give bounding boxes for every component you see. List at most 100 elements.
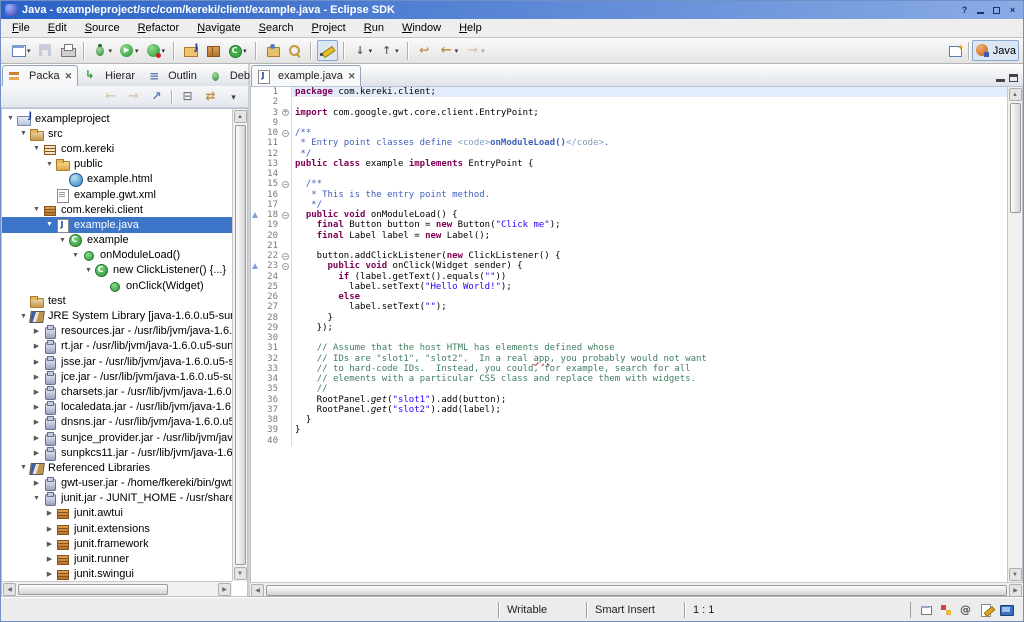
code-line-32[interactable]: 32 // IDs are "slot1", "slot2". In a rea… (251, 354, 1007, 364)
dropdown-arrow-icon[interactable]: ▾ (369, 47, 373, 55)
code-line-34[interactable]: 34 // elements with a particular CSS cla… (251, 374, 1007, 384)
expanded-arrow-icon[interactable]: ▼ (57, 237, 68, 244)
menu-search[interactable]: Search (250, 21, 303, 35)
maximize-view-icon[interactable] (1009, 74, 1018, 82)
editor-horizontal-scrollbar[interactable]: ◀ ▶ (250, 582, 1023, 597)
collapsed-arrow-icon[interactable]: ▶ (44, 570, 55, 578)
collapse-fold-icon[interactable]: − (282, 130, 289, 137)
dropdown-arrow-icon[interactable]: ▾ (395, 47, 399, 55)
code-line-30[interactable]: 30 (251, 333, 1007, 343)
code-text[interactable] (292, 97, 1007, 107)
collapse-fold-icon[interactable]: − (282, 212, 289, 219)
tree-item-junit.extensions[interactable]: ▶junit.extensions (2, 521, 232, 536)
code-text[interactable]: * Entry point classes define <code>onMod… (292, 138, 1007, 148)
collapsed-arrow-icon[interactable]: ▶ (44, 525, 55, 533)
code-text[interactable]: import com.google.gwt.core.client.EntryP… (292, 108, 1007, 118)
code-text[interactable]: */ (292, 149, 1007, 159)
code-text[interactable]: public class example implements EntryPoi… (292, 159, 1007, 169)
tree-item-src[interactable]: ▼src (2, 126, 232, 141)
collapsed-arrow-icon[interactable]: ▶ (44, 540, 55, 548)
code-line-35[interactable]: 35 // (251, 384, 1007, 394)
colored-grid-icon[interactable] (939, 603, 953, 617)
code-line-24[interactable]: 24 if (label.getText().equals("")) (251, 272, 1007, 282)
expanded-arrow-icon[interactable]: ▼ (31, 145, 42, 152)
code-text[interactable]: }); (292, 323, 1007, 333)
scroll-right-icon[interactable]: ▶ (1009, 584, 1022, 597)
forward-button[interactable]: ▾ (462, 40, 488, 61)
link-editor-button[interactable] (200, 86, 221, 107)
view-menu-button[interactable] (223, 86, 244, 107)
expanded-arrow-icon[interactable]: ▼ (18, 464, 29, 471)
expanded-arrow-icon[interactable]: ▼ (18, 130, 29, 137)
code-line-40[interactable]: 40 (251, 436, 1007, 446)
tree-item-charsets.jar[interactable]: ▶charsets.jar - /usr/lib/jvm/java-1.6.0.… (2, 384, 232, 399)
scroll-right-icon[interactable]: ▶ (218, 583, 231, 596)
tree-item-sunjceprovider.jar[interactable]: ▶sunjce_provider.jar - /usr/lib/jvm/java… (2, 430, 232, 445)
menu-edit[interactable]: Edit (39, 21, 76, 35)
titlebar[interactable]: Java - exampleproject/src/com/kereki/cli… (1, 1, 1023, 19)
code-text[interactable]: } (292, 425, 1007, 435)
explorer-horizontal-scrollbar[interactable]: ◀ ▶ (2, 581, 232, 596)
dropdown-arrow-icon[interactable]: ▾ (243, 47, 247, 55)
code-line-26[interactable]: 26 else (251, 292, 1007, 302)
last-edit-button[interactable] (414, 40, 435, 61)
back-button[interactable]: ▾ (436, 40, 462, 61)
dropdown-arrow-icon[interactable]: ▾ (27, 47, 31, 55)
code-line-23[interactable]: 23− public void onClick(Widget sender) { (251, 261, 1007, 271)
code-line-37[interactable]: 37 RootPanel.get("slot2").add(label); (251, 405, 1007, 415)
tree-item-junit.swingui[interactable]: ▶junit.swingui (2, 567, 232, 581)
code-line-10[interactable]: 10−/** (251, 128, 1007, 138)
collapsed-arrow-icon[interactable]: ▶ (31, 342, 42, 350)
tree-item-junit.awtui[interactable]: ▶junit.awtui (2, 506, 232, 521)
code-text[interactable]: else (292, 292, 1007, 302)
expanded-arrow-icon[interactable]: ▼ (70, 252, 81, 259)
search-button[interactable] (284, 40, 305, 61)
collapsed-arrow-icon[interactable]: ▶ (31, 479, 42, 487)
expanded-arrow-icon[interactable]: ▼ (31, 495, 42, 502)
collapsed-arrow-icon[interactable]: ▶ (31, 449, 42, 457)
code-line-9[interactable]: 9 (251, 118, 1007, 128)
code-text[interactable]: /** (292, 128, 1007, 138)
prev-annotation-button[interactable]: ▾ (376, 40, 402, 61)
tree-item-com.kereki.client[interactable]: ▼com.kereki.client (2, 202, 232, 217)
tree-item-JRE[interactable]: ▼JRE System Library [java-1.6.0.u5-sun-1… (2, 308, 232, 323)
close-button[interactable]: × (1006, 4, 1019, 17)
expanded-arrow-icon[interactable]: ▼ (5, 115, 16, 122)
tree-item-example.gwt.xml[interactable]: example.gwt.xml (2, 187, 232, 202)
code-line-1[interactable]: 1package com.kereki.client; (251, 87, 1007, 97)
collapsed-arrow-icon[interactable]: ▶ (31, 327, 42, 335)
code-text[interactable]: // Assume that the host HTML has element… (292, 343, 1007, 353)
scroll-thumb[interactable] (1010, 103, 1021, 213)
tree-item-onClickWidget[interactable]: onClick(Widget) (2, 278, 232, 293)
new-java-project-button[interactable] (180, 40, 201, 61)
minimize-button[interactable] (974, 4, 987, 17)
package-explorer-tree[interactable]: ▼exampleproject▼src▼com.kereki▼publicexa… (2, 109, 232, 581)
tree-item-rt.jar[interactable]: ▶rt.jar - /usr/lib/jvm/java-1.6.0.u5-sun… (2, 339, 232, 354)
expanded-arrow-icon[interactable]: ▼ (83, 267, 94, 274)
close-view-icon[interactable]: ✕ (65, 71, 73, 82)
code-line-12[interactable]: 12 */ (251, 149, 1007, 159)
collapsed-arrow-icon[interactable]: ▶ (44, 555, 55, 563)
code-text[interactable]: /** (292, 179, 1007, 189)
tree-item-junit.runner[interactable]: ▶junit.runner (2, 551, 232, 566)
code-line-31[interactable]: 31 // Assume that the host HTML has elem… (251, 343, 1007, 353)
expanded-arrow-icon[interactable]: ▼ (18, 313, 29, 320)
code-line-38[interactable]: 38 } (251, 415, 1007, 425)
tree-item-new[interactable]: ▼new ClickListener() {...} (2, 263, 232, 278)
code-line-25[interactable]: 25 label.setText("Hello World!"); (251, 282, 1007, 292)
code-line-28[interactable]: 28 } (251, 313, 1007, 323)
java-perspective-button[interactable]: Java (972, 40, 1019, 61)
code-text[interactable]: label.setText("Hello World!"); (292, 282, 1007, 292)
menu-navigate[interactable]: Navigate (188, 21, 249, 35)
tree-item-onModuleLoad[interactable]: ▼onModuleLoad() (2, 248, 232, 263)
code-line-17[interactable]: 17 */ (251, 200, 1007, 210)
collapsed-arrow-icon[interactable]: ▶ (31, 373, 42, 381)
tree-item-public[interactable]: ▼public (2, 157, 232, 172)
tree-item-jsse.jar[interactable]: ▶jsse.jar - /usr/lib/jvm/java-1.6.0.u5-s… (2, 354, 232, 369)
code-line-29[interactable]: 29 }); (251, 323, 1007, 333)
code-text[interactable]: RootPanel.get("slot1").add(button); (292, 395, 1007, 405)
scroll-thumb[interactable] (235, 125, 246, 565)
back-button[interactable] (100, 86, 121, 107)
scroll-left-icon[interactable]: ◀ (3, 583, 16, 596)
code-text[interactable]: package com.kereki.client; (292, 87, 1007, 97)
